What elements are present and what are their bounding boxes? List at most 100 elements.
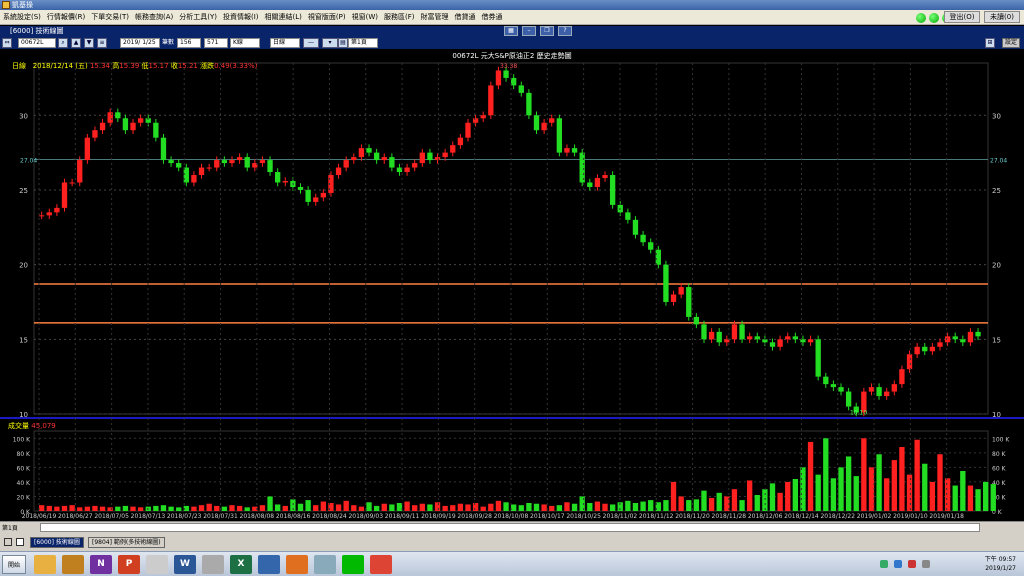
page-select[interactable]: 第1頁 [348, 38, 378, 48]
logout-button[interactable]: 登出(O) [944, 11, 980, 23]
volume-bar [450, 505, 456, 511]
info-low-label: 低 [141, 62, 149, 70]
volume-bar [785, 481, 791, 511]
period-select[interactable]: K線 [230, 38, 260, 48]
menu-item-1[interactable]: 行情報價(R) [44, 10, 88, 25]
explorer-icon[interactable] [62, 555, 84, 574]
settings-button[interactable]: 設定 [1002, 38, 1020, 48]
panel-help-icon[interactable]: ? [558, 26, 572, 36]
candlestick-chart[interactable]: 30 30 25 25 20 20 15 15 10 10 27.04 27.04 33.38 10.10… [0, 49, 1024, 521]
menu-item-11[interactable]: 借貸通 [451, 10, 478, 25]
menu-item-0[interactable]: 系統設定(S) [0, 10, 44, 25]
start-button[interactable]: 開始 [2, 555, 26, 574]
menu-item-10[interactable]: 財富管理 [417, 10, 451, 25]
tile-icon[interactable] [4, 538, 12, 546]
date-input[interactable]: 2019/ 1/25 [120, 38, 160, 48]
bars-label: 筆數 [162, 39, 175, 46]
down-arrow-icon[interactable]: ▼ [84, 38, 94, 48]
menu-item-3[interactable]: 帳務查詢(A) [132, 10, 176, 25]
zoom-icon[interactable]: ⊞ [985, 38, 995, 48]
link-icon[interactable]: ⇔ [2, 38, 12, 48]
freq-select[interactable]: 日線 [270, 38, 300, 48]
menu-item-9[interactable]: 服務區(F) [381, 10, 418, 25]
app-title: 凱基操 [12, 1, 33, 9]
bars-input[interactable]: 156 [177, 38, 201, 48]
candle-body [807, 339, 814, 343]
onenote-icon[interactable]: N [90, 555, 112, 574]
volume-bar [221, 506, 228, 511]
panel-minimize-icon[interactable]: – [522, 26, 536, 36]
status-light-2 [929, 13, 939, 23]
message-icon[interactable] [922, 560, 930, 568]
up-arrow-icon[interactable]: ▲ [71, 38, 81, 48]
volume-bar [762, 489, 768, 511]
powerpoint-icon[interactable]: P [118, 555, 140, 574]
panel-header: [6000] 技術線圖 ▦ – ❐ ? [0, 26, 1024, 36]
tab-technical-chart[interactable]: [6000] 技術線圖 [30, 537, 84, 548]
menu-item-4[interactable]: 分析工具(Y) [176, 10, 220, 25]
volume-bar [389, 504, 395, 511]
title-bar: 凱基操 [0, 0, 1024, 10]
paint-icon[interactable] [146, 555, 168, 574]
menu-item-12[interactable]: 借券通 [478, 10, 505, 25]
trading-app-icon[interactable] [258, 555, 280, 574]
menu-item-7[interactable]: 視窗版面(P) [305, 10, 349, 25]
scroll-track[interactable] [40, 523, 980, 532]
chart-scrollbar[interactable]: 第1頁 [0, 521, 1024, 533]
volume-bar [952, 485, 958, 511]
candle-body [823, 376, 829, 385]
y-tick-left: 15 [19, 336, 28, 344]
cascade-icon[interactable] [16, 538, 24, 546]
panel-grid-icon[interactable]: ▦ [504, 26, 518, 36]
chrome-icon[interactable] [370, 555, 392, 574]
chart-app-icon[interactable] [314, 555, 336, 574]
list-icon[interactable]: ≡ [97, 38, 107, 48]
settings-icon[interactable] [202, 555, 224, 574]
menu-item-8[interactable]: 視窗(W) [349, 10, 381, 25]
network-icon[interactable] [880, 560, 888, 568]
color-icon[interactable]: ▾ [322, 38, 338, 48]
line-icon[interactable] [342, 555, 364, 574]
panel-restore-icon[interactable]: ❐ [540, 26, 554, 36]
word-icon[interactable]: W [174, 555, 196, 574]
volume-icon[interactable] [894, 560, 902, 568]
unread-button[interactable]: 未讀(0) [984, 11, 1020, 23]
app-icon [2, 1, 10, 9]
candle-body [632, 219, 639, 235]
volume-bar [769, 483, 776, 511]
volume-bar [587, 503, 593, 511]
count-input[interactable]: 571 [204, 38, 228, 48]
excel-icon[interactable]: X [230, 555, 252, 574]
search-icon[interactable]: ⌕ [58, 38, 68, 48]
candle-body [541, 122, 547, 131]
volume-bar [891, 460, 897, 511]
candle-body [214, 160, 220, 168]
sync-icon[interactable] [286, 555, 308, 574]
volume-bar [845, 456, 852, 511]
low-label: 10.10 [850, 410, 867, 417]
menu-item-6[interactable]: 相關連結(L) [262, 10, 305, 25]
volume-bar [678, 496, 684, 511]
folder-icon[interactable] [34, 555, 56, 574]
x-tick-label: 2018/07/13 [131, 513, 166, 520]
candle-body [564, 148, 570, 153]
tab-multi-chart[interactable]: [9804] 範例(多技術線圖) [88, 537, 165, 548]
calendar-icon[interactable]: ▤ [338, 38, 348, 48]
volume-bar [747, 480, 753, 511]
volume-bar [632, 503, 639, 511]
candle-body [335, 167, 342, 176]
volume-bar [625, 500, 631, 511]
menu-item-5[interactable]: 投資情報(I) [220, 10, 262, 25]
symbol-input[interactable]: 00672L [18, 38, 56, 48]
candle-body [815, 339, 821, 377]
x-tick-label: 2019/01/02 [857, 513, 892, 520]
menu-item-2[interactable]: 下單交易(T) [88, 10, 132, 25]
candle-body [320, 192, 327, 198]
shield-icon[interactable] [908, 560, 916, 568]
line-style-icon[interactable]: — [303, 38, 319, 48]
volume-bar [442, 505, 448, 511]
info-close: 15.21 [177, 62, 198, 70]
volume-bar [830, 478, 837, 511]
candle-body [549, 118, 555, 123]
volume-bar [275, 504, 281, 511]
